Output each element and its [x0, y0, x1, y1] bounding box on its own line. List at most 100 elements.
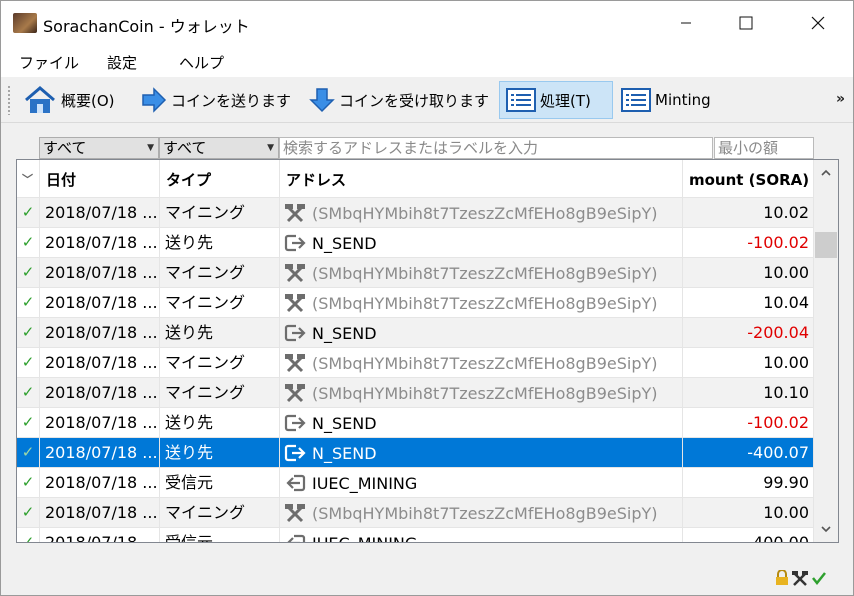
- cell-address: (SMbqHYMbih8t7TzeszZcMfEHo8gB9eSipY): [280, 258, 683, 288]
- confirmed-check-icon: ✓: [17, 438, 40, 468]
- menu-file[interactable]: ファイル: [19, 52, 79, 73]
- address-text: IUEC_MINING: [312, 473, 418, 493]
- cell-address: (SMbqHYMbih8t7TzeszZcMfEHo8gB9eSipY): [280, 378, 683, 408]
- overview-label: 概要(O): [61, 91, 115, 110]
- lock-icon: [776, 570, 788, 585]
- type-filter-select[interactable]: すべて ▼: [159, 137, 279, 159]
- send-arrow-icon: [284, 444, 312, 462]
- transactions-button[interactable]: 処理(T): [499, 81, 613, 119]
- header-status[interactable]: ﹀: [17, 160, 40, 198]
- address-text: (SMbqHYMbih8t7TzeszZcMfEHo8gB9eSipY): [312, 293, 658, 313]
- type-filter-value: すべて: [163, 139, 207, 157]
- address-search-input[interactable]: 検索するアドレスまたはラベルを入力: [279, 137, 713, 159]
- mining-icon: [284, 293, 312, 313]
- table-row[interactable]: ✓ 2018/07/18 ... 受信元 IUEC_MINING 99.90: [17, 468, 813, 498]
- mining-icon: [284, 353, 312, 373]
- cell-type: 送り先: [160, 408, 280, 438]
- cell-amount: 10.10: [763, 383, 809, 402]
- header-amount[interactable]: mount (SORA): [683, 160, 813, 198]
- header-type[interactable]: タイプ: [160, 160, 280, 198]
- menu-help[interactable]: ヘルプ: [179, 52, 224, 73]
- address-text: (SMbqHYMbih8t7TzeszZcMfEHo8gB9eSipY): [312, 263, 658, 283]
- scroll-up-icon[interactable]: [821, 168, 831, 178]
- cell-date: 2018/07/18 ...: [40, 348, 160, 378]
- toolbar-overflow-button[interactable]: »: [836, 91, 845, 107]
- confirmed-check-icon: ✓: [17, 228, 40, 258]
- toolbar-grip[interactable]: [7, 85, 11, 115]
- app-logo-icon: [13, 13, 37, 33]
- cell-address: IUEC_MINING: [280, 468, 683, 498]
- address-text: (SMbqHYMbih8t7TzeszZcMfEHo8gB9eSipY): [312, 503, 658, 523]
- status-icons: [775, 570, 827, 586]
- receive-arrow-icon: [284, 534, 312, 542]
- menu-settings[interactable]: 設定: [107, 52, 137, 73]
- cell-date: 2018/07/18 ...: [40, 318, 160, 348]
- table-row[interactable]: ✓ 2018/07/18 ... 送り先 N_SEND -100.02: [17, 228, 813, 258]
- cell-date: 2018/07/18 ...: [40, 408, 160, 438]
- cell-address: (SMbqHYMbih8t7TzeszZcMfEHo8gB9eSipY): [280, 288, 683, 318]
- send-coins-label: コインを送ります: [171, 91, 292, 110]
- transactions-table: ﹀ 日付 タイプ アドレス mount (SORA) ✓ 2018/07/18 .…: [16, 159, 839, 543]
- send-coins-button[interactable]: コインを送ります: [135, 81, 297, 119]
- close-button[interactable]: [795, 1, 841, 45]
- header-address[interactable]: アドレス: [280, 160, 683, 198]
- table-row[interactable]: ✓ 2018/07/18 ... 送り先 N_SEND -400.07: [17, 438, 813, 468]
- confirmed-check-icon: ✓: [17, 378, 40, 408]
- header-date[interactable]: 日付: [40, 160, 160, 198]
- send-arrow-icon: [142, 87, 167, 113]
- table-row[interactable]: ✓ 2018/07/18 ... マイニング (SMbqHYMbih8t7TzeszZ…: [17, 378, 813, 408]
- minimize-button[interactable]: [663, 1, 709, 45]
- confirmed-check-icon: ✓: [17, 258, 40, 288]
- mining-icon: [284, 503, 312, 523]
- scroll-thumb[interactable]: [815, 232, 837, 258]
- cell-date: 2018/07/18 ...: [40, 498, 160, 528]
- address-text: N_SEND: [312, 413, 377, 433]
- cell-type: マイニング: [160, 378, 280, 408]
- cell-date: 2018/07/18 ...: [40, 438, 160, 468]
- address-text: (SMbqHYMbih8t7TzeszZcMfEHo8gB9eSipY): [312, 353, 658, 373]
- cell-date: 2018/07/18 ...: [40, 198, 160, 228]
- list-icon: [621, 88, 651, 112]
- cell-type: マイニング: [160, 258, 280, 288]
- date-filter-select[interactable]: すべて ▼: [39, 137, 159, 159]
- wallet-window: SorachanCoin - ウォレット ファイル 設定 ヘルプ 概要(O) コ…: [0, 0, 854, 596]
- table-row[interactable]: ✓ 2018/07/18 ... マイニング (SMbqHYMbih8t7TzeszZ…: [17, 288, 813, 318]
- address-text: N_SEND: [312, 233, 377, 253]
- table-row[interactable]: ✓ 2018/07/18 ... マイニング (SMbqHYMbih8t7TzeszZ…: [17, 348, 813, 378]
- cell-amount: 10.02: [763, 203, 809, 222]
- scroll-down-icon[interactable]: [821, 524, 831, 534]
- receive-arrow-icon: [284, 474, 312, 492]
- cell-amount: -100.02: [747, 413, 809, 432]
- confirmed-check-icon: ✓: [17, 318, 40, 348]
- minimize-icon: [681, 22, 691, 24]
- table-row[interactable]: ✓ 2018/07/18 ... マイニング (SMbqHYMbih8t7TzeszZ…: [17, 198, 813, 228]
- date-filter-value: すべて: [43, 139, 87, 157]
- table-header: ﹀ 日付 タイプ アドレス mount (SORA): [17, 160, 813, 198]
- cell-amount: -400.07: [747, 443, 809, 462]
- mining-icon: [792, 571, 808, 586]
- list-icon: [506, 88, 536, 112]
- table-row[interactable]: ✓ 2018/07/18 ... 送り先 N_SEND -200.04: [17, 318, 813, 348]
- address-text: N_SEND: [312, 323, 377, 343]
- dropdown-arrow-icon: ▼: [267, 143, 274, 153]
- cell-address: N_SEND: [280, 408, 683, 438]
- table-body: ✓ 2018/07/18 ... マイニング (SMbqHYMbih8t7TzeszZ…: [17, 198, 813, 543]
- receive-coins-button[interactable]: コインを受け取ります: [303, 81, 495, 119]
- address-text: N_SEND: [312, 443, 377, 463]
- cell-amount: 400.00: [753, 533, 809, 543]
- cell-date: 2018/07/18 ...: [40, 228, 160, 258]
- table-row[interactable]: ✓ 2018/07/18 ... マイニング (SMbqHYMbih8t7TzeszZ…: [17, 498, 813, 528]
- cell-type: マイニング: [160, 288, 280, 318]
- minting-button[interactable]: Minting: [615, 81, 717, 119]
- mining-icon: [284, 263, 312, 283]
- min-amount-input[interactable]: 最小の額: [714, 137, 814, 159]
- maximize-button[interactable]: [723, 1, 769, 45]
- table-row[interactable]: ✓ 2018/07/18 ... 送り先 N_SEND -100.02: [17, 408, 813, 438]
- title-bar[interactable]: SorachanCoin - ウォレット: [1, 1, 853, 45]
- overview-button[interactable]: 概要(O): [17, 81, 121, 119]
- filter-row: すべて ▼ すべて ▼ 検索するアドレスまたはラベルを入力 最小の額: [1, 123, 853, 161]
- table-row[interactable]: ✓ 2018/07/18 ... 受信元 IUEC_MINING 400.00: [17, 528, 813, 543]
- table-row[interactable]: ✓ 2018/07/18 ... マイニング (SMbqHYMbih8t7TzeszZ…: [17, 258, 813, 288]
- vertical-scrollbar[interactable]: [813, 160, 838, 542]
- send-arrow-icon: [284, 234, 312, 252]
